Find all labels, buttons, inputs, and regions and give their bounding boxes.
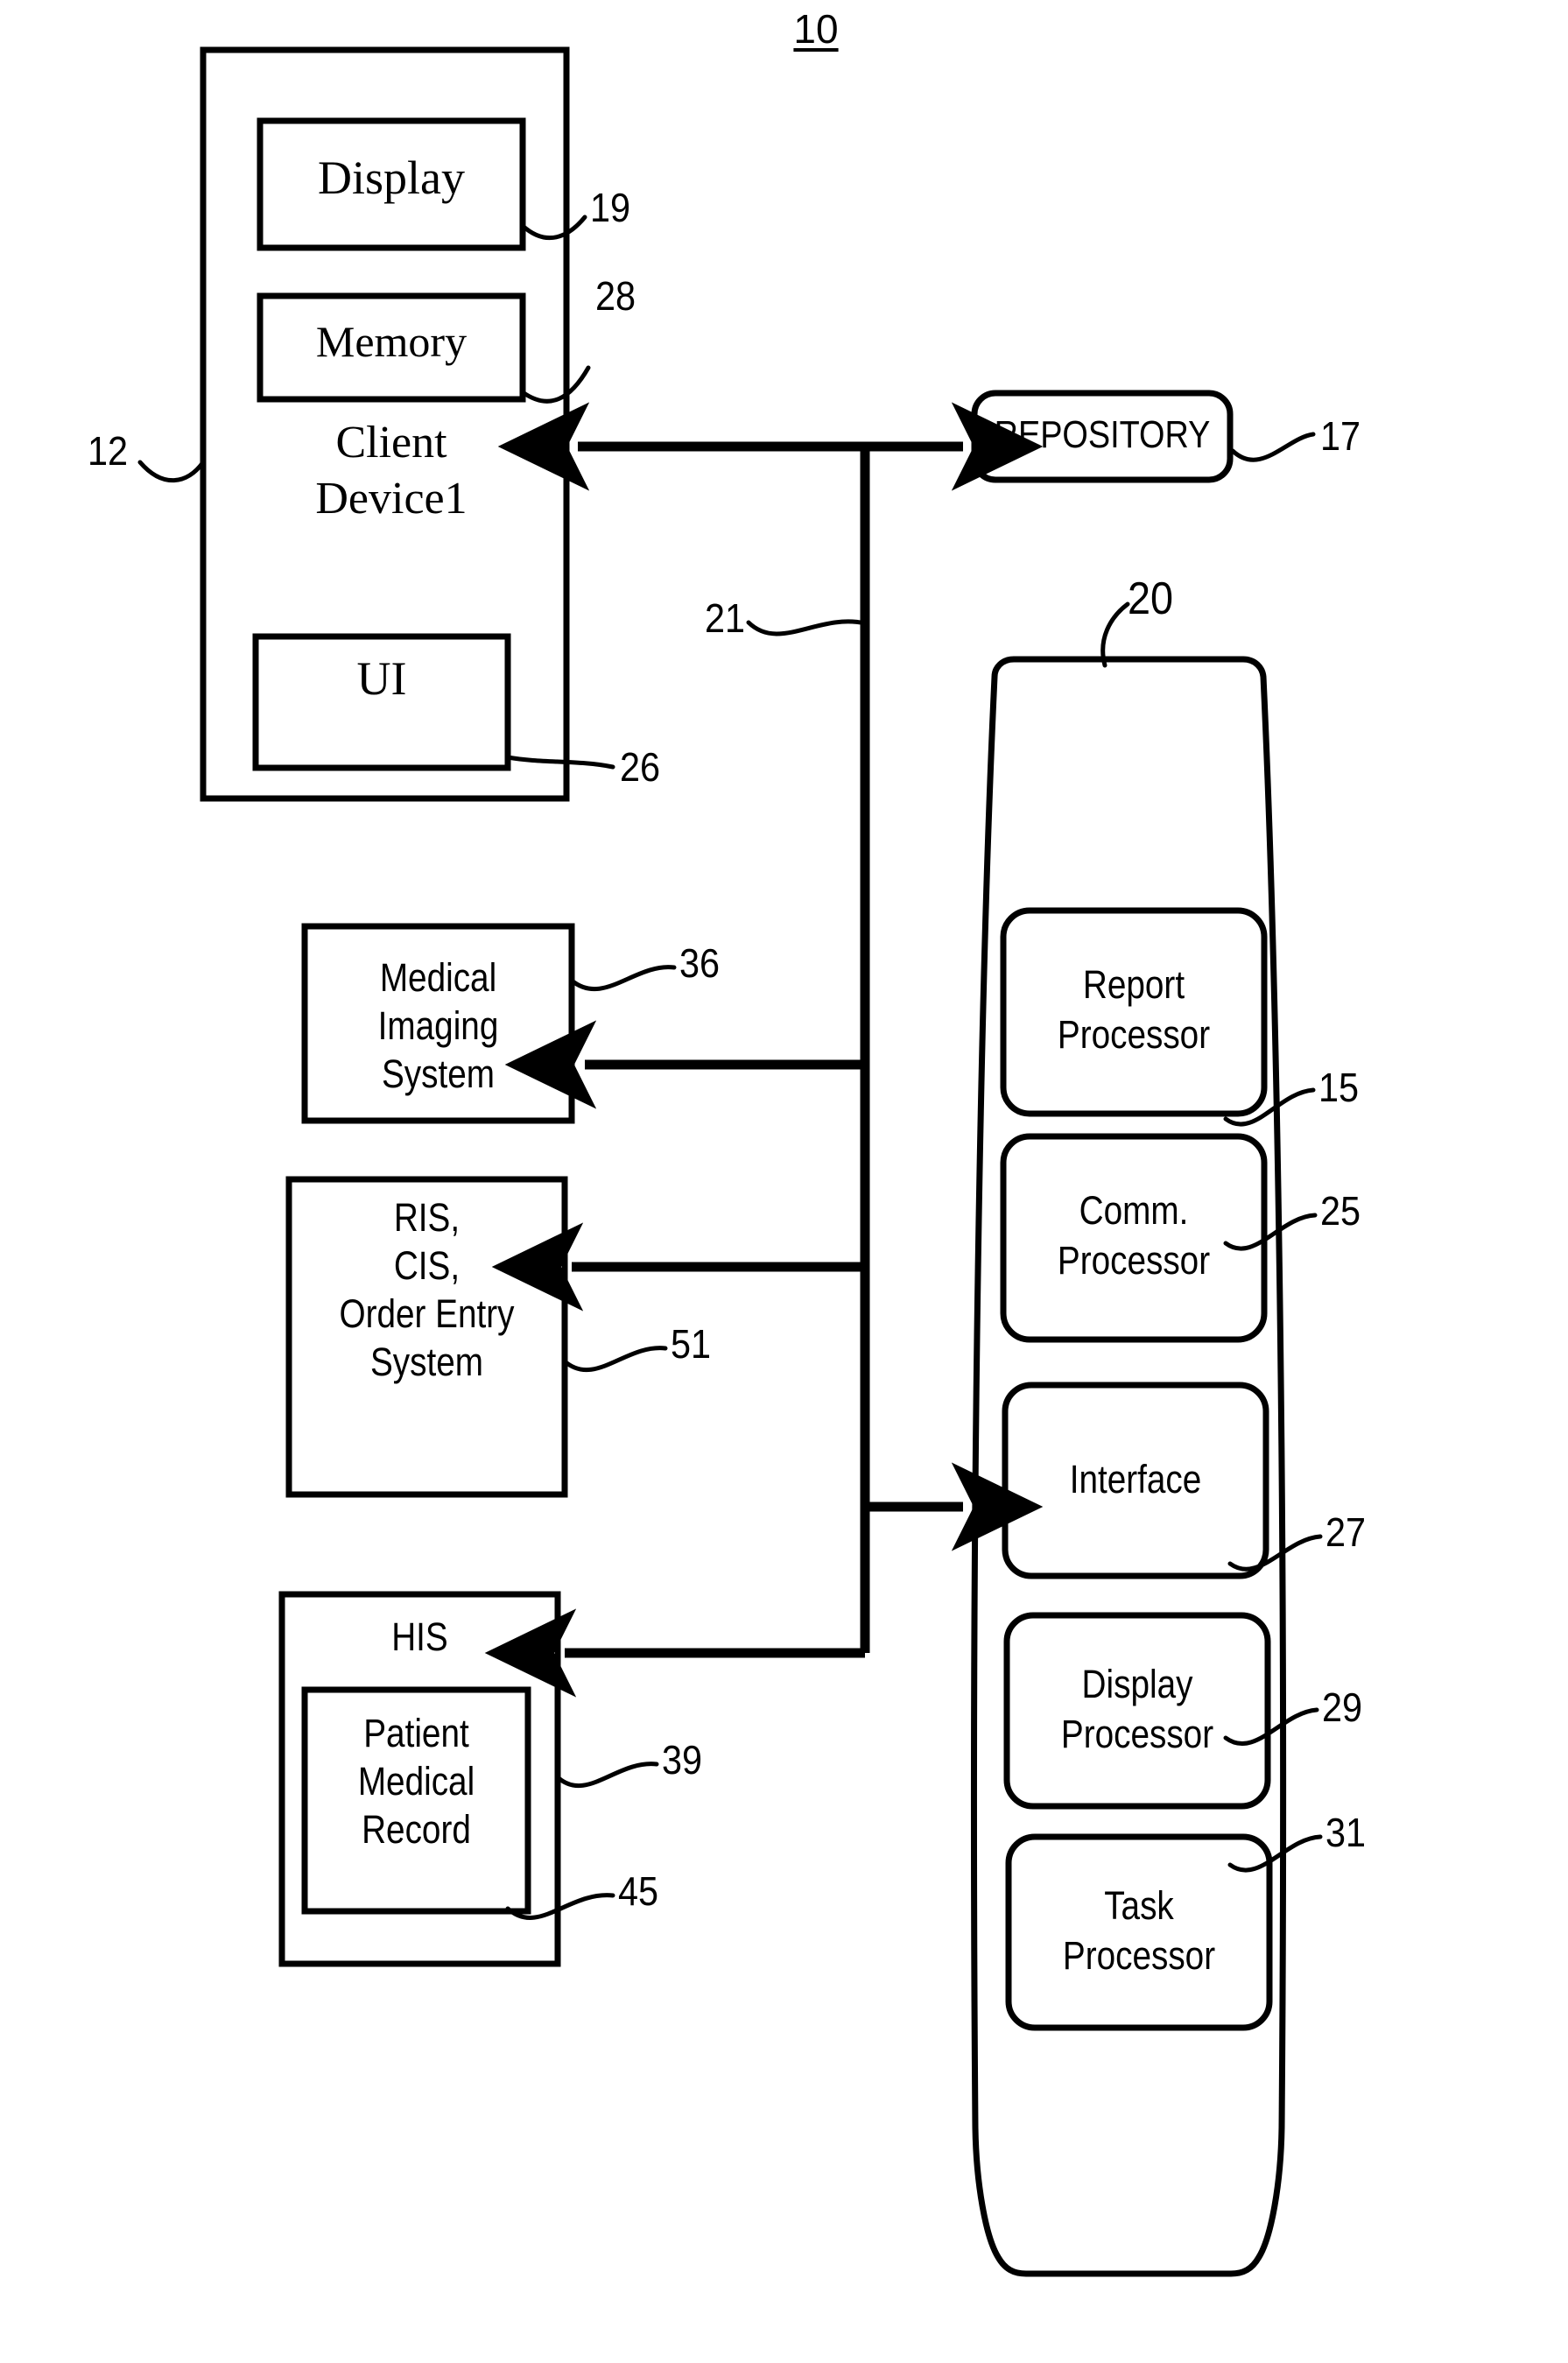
ris-label-line1: RIS, bbox=[393, 1195, 461, 1240]
patient-medical-record-line1: Patient bbox=[363, 1711, 469, 1755]
task-processor-label-line2: Processor bbox=[1062, 1933, 1216, 1978]
report-processor-label-line2: Processor bbox=[1057, 1012, 1211, 1057]
leader-31 bbox=[1227, 1834, 1323, 1873]
ref-numeral-45: 45 bbox=[618, 1868, 659, 1914]
display-processor-label-line2: Processor bbox=[1060, 1712, 1214, 1756]
leader-27 bbox=[1227, 1534, 1323, 1572]
ref-numeral-12: 12 bbox=[88, 428, 129, 474]
display-processor-box bbox=[1003, 1612, 1271, 1810]
diagram-vector-layer bbox=[137, 46, 1323, 2277]
ref-numeral-29: 29 bbox=[1322, 1684, 1363, 1730]
ref-numeral-51: 51 bbox=[671, 1321, 712, 1367]
leader-17 bbox=[1230, 432, 1316, 462]
interface-label: Interface bbox=[1069, 1457, 1202, 1501]
patient-medical-record-line2: Medical bbox=[357, 1759, 475, 1804]
report-processor-label-line1: Report bbox=[1082, 962, 1185, 1007]
ref-numeral-17: 17 bbox=[1320, 413, 1361, 459]
ref-numeral-19: 19 bbox=[590, 185, 631, 230]
medical-imaging-label-line1: Medical bbox=[379, 955, 497, 1000]
leader-21 bbox=[746, 619, 868, 636]
memory-label: Memory bbox=[315, 317, 468, 366]
leader-26 bbox=[505, 755, 615, 770]
leader-19 bbox=[520, 214, 587, 241]
figure-number: 10 bbox=[793, 6, 839, 52]
task-processor-label-line1: Task bbox=[1104, 1883, 1174, 1928]
client-device-label-line2: Device1 bbox=[315, 474, 468, 524]
ref-numeral-21: 21 bbox=[705, 595, 746, 641]
ref-numeral-15: 15 bbox=[1318, 1065, 1360, 1110]
ref-numeral-27: 27 bbox=[1325, 1509, 1367, 1555]
ris-label-line4: System bbox=[369, 1340, 484, 1384]
leader-39 bbox=[555, 1762, 659, 1789]
medical-imaging-label-line2: Imaging bbox=[377, 1003, 499, 1048]
ref-numeral-28: 28 bbox=[595, 273, 636, 319]
comm-processor-label-line1: Comm. bbox=[1079, 1188, 1189, 1233]
repository-label: REPOSITORY bbox=[994, 413, 1211, 456]
medical-imaging-label-line3: System bbox=[381, 1051, 496, 1096]
his-label: HIS bbox=[391, 1614, 448, 1659]
leader-15 bbox=[1223, 1087, 1316, 1127]
ris-label-line3: Order Entry bbox=[339, 1291, 515, 1336]
leader-12 bbox=[137, 460, 206, 483]
patient-medical-record-line3: Record bbox=[362, 1807, 471, 1852]
leader-51 bbox=[562, 1346, 668, 1373]
display-label: Display bbox=[318, 151, 465, 204]
client-device-label-line1: Client bbox=[335, 418, 447, 468]
ref-numeral-31: 31 bbox=[1325, 1810, 1367, 1855]
display-processor-label-line1: Display bbox=[1081, 1662, 1193, 1706]
ref-numeral-39: 39 bbox=[662, 1737, 703, 1783]
ris-label-line2: CIS, bbox=[393, 1243, 461, 1288]
comm-processor-label-line2: Processor bbox=[1057, 1238, 1211, 1283]
ref-numeral-36: 36 bbox=[679, 940, 721, 986]
leader-36 bbox=[569, 965, 677, 992]
ref-numeral-26: 26 bbox=[620, 744, 661, 790]
ref-numeral-20: 20 bbox=[1128, 573, 1174, 624]
patent-figure-canvas: 10 Display Memory Client Device1 UI REPO… bbox=[0, 0, 1568, 2363]
ref-numeral-25: 25 bbox=[1320, 1188, 1361, 1234]
ui-label: UI bbox=[356, 652, 407, 705]
leader-28 bbox=[520, 365, 591, 404]
